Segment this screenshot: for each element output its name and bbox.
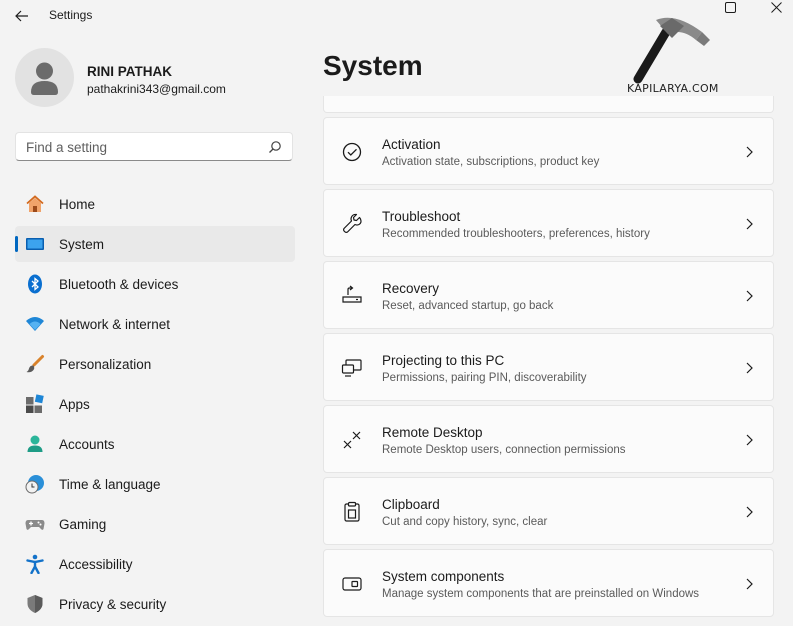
sidebar-item-label: Network & internet xyxy=(59,316,171,332)
sidebar-item-label: Apps xyxy=(59,396,90,412)
clipboard-icon xyxy=(344,501,360,522)
page-title: System xyxy=(323,50,423,81)
sidebar-item-system[interactable]: System xyxy=(15,226,295,262)
chevron-right-icon xyxy=(746,578,753,590)
system-components-icon xyxy=(342,577,362,591)
card-title: Remote Desktop xyxy=(382,425,483,440)
back-button[interactable] xyxy=(10,6,34,26)
card-title: System components xyxy=(382,569,505,584)
settings-card-projecting[interactable]: Projecting to this PC Permissions, pairi… xyxy=(323,333,774,401)
gamepad-icon xyxy=(25,520,45,530)
recovery-icon xyxy=(342,285,362,303)
bluetooth-icon xyxy=(28,274,42,294)
profile-name: RINI PATHAK xyxy=(87,64,172,79)
sidebar-item-personalization[interactable]: Personalization xyxy=(15,346,295,382)
card-subtitle: Permissions, pairing PIN, discoverabilit… xyxy=(382,372,587,384)
sidebar-item-label: Accessibility xyxy=(59,556,133,572)
minimize-button[interactable] xyxy=(661,0,707,14)
sidebar-item-label: Bluetooth & devices xyxy=(59,276,179,292)
card-title: Troubleshoot xyxy=(382,209,461,224)
projecting-icon xyxy=(341,359,362,377)
sidebar-item-accounts[interactable]: Accounts xyxy=(15,426,295,462)
activation-check-icon xyxy=(342,142,362,162)
settings-card-clipboard[interactable]: Clipboard Cut and copy history, sync, cl… xyxy=(323,477,774,545)
avatar xyxy=(15,48,74,107)
chevron-right-icon xyxy=(746,218,753,230)
sidebar-item-bluetooth[interactable]: Bluetooth & devices xyxy=(15,266,295,302)
card-subtitle: Remote Desktop users, connection permiss… xyxy=(382,444,626,456)
chevron-right-icon xyxy=(746,362,753,374)
user-profile[interactable]: RINI PATHAK pathakrini343@gmail.com xyxy=(15,48,305,108)
card-subtitle: Reset, advanced startup, go back xyxy=(382,300,554,312)
sidebar-item-label: Time & language xyxy=(59,476,161,492)
back-arrow-icon xyxy=(15,10,28,22)
previous-settings-card[interactable] xyxy=(323,96,774,113)
settings-card-system-components[interactable]: System components Manage system componen… xyxy=(323,549,774,617)
home-icon xyxy=(26,195,44,212)
chevron-right-icon xyxy=(746,146,753,158)
card-subtitle: Cut and copy history, sync, clear xyxy=(382,516,548,528)
sidebar-item-apps[interactable]: Apps xyxy=(15,386,295,422)
system-icon xyxy=(26,238,44,250)
close-button[interactable] xyxy=(753,0,793,14)
search-box[interactable] xyxy=(15,132,293,161)
chevron-right-icon xyxy=(746,290,753,302)
accounts-icon xyxy=(27,435,43,452)
settings-card-activation[interactable]: Activation Activation state, subscriptio… xyxy=(323,117,774,185)
app-title: Settings xyxy=(49,8,93,22)
time-language-icon xyxy=(25,475,44,494)
accessibility-icon xyxy=(26,554,44,574)
sidebar-item-time-language[interactable]: Time & language xyxy=(15,466,295,502)
search-icon xyxy=(269,141,281,153)
card-title: Projecting to this PC xyxy=(382,353,505,368)
brush-icon xyxy=(26,355,44,373)
sidebar-item-network[interactable]: Network & internet xyxy=(15,306,295,342)
wrench-icon xyxy=(343,213,362,233)
chevron-right-icon xyxy=(746,434,753,446)
card-subtitle: Recommended troubleshooters, preferences… xyxy=(382,228,650,240)
sidebar-item-label: System xyxy=(59,236,105,252)
sidebar-item-privacy-security[interactable]: Privacy & security xyxy=(15,586,295,622)
user-silhouette-icon xyxy=(31,62,58,95)
apps-icon xyxy=(26,394,44,413)
card-title: Recovery xyxy=(382,281,440,296)
maximize-icon xyxy=(724,1,736,13)
wifi-icon xyxy=(26,317,44,331)
settings-card-recovery[interactable]: Recovery Reset, advanced startup, go bac… xyxy=(323,261,774,329)
card-title: Clipboard xyxy=(382,497,440,512)
sidebar-item-label: Privacy & security xyxy=(59,596,167,612)
card-subtitle: Manage system components that are preins… xyxy=(382,588,700,600)
card-subtitle: Activation state, subscriptions, product… xyxy=(382,156,600,168)
shield-icon xyxy=(27,595,43,613)
search-input[interactable] xyxy=(16,133,268,161)
sidebar-item-accessibility[interactable]: Accessibility xyxy=(15,546,295,582)
settings-card-list: Activation Activation state, subscriptio… xyxy=(323,117,774,621)
remote-desktop-icon xyxy=(343,431,361,449)
settings-card-troubleshoot[interactable]: Troubleshoot Recommended troubleshooters… xyxy=(323,189,774,257)
sidebar-item-gaming[interactable]: Gaming xyxy=(15,506,295,542)
sidebar-item-label: Personalization xyxy=(59,356,152,372)
sidebar-item-label: Accounts xyxy=(59,436,115,452)
card-title: Activation xyxy=(382,137,441,152)
sidebar-nav: Home System Bluetooth & devices Network … xyxy=(15,186,295,626)
watermark-text: KAPILARYA.COM xyxy=(627,82,719,95)
sidebar-item-label: Home xyxy=(59,196,96,212)
chevron-right-icon xyxy=(746,506,753,518)
close-icon xyxy=(770,1,782,13)
settings-card-remote-desktop[interactable]: Remote Desktop Remote Desktop users, con… xyxy=(323,405,774,473)
sidebar-item-home[interactable]: Home xyxy=(15,186,295,222)
maximize-button[interactable] xyxy=(707,0,753,14)
profile-email: pathakrini343@gmail.com xyxy=(87,82,226,96)
sidebar-item-label: Gaming xyxy=(59,516,107,532)
